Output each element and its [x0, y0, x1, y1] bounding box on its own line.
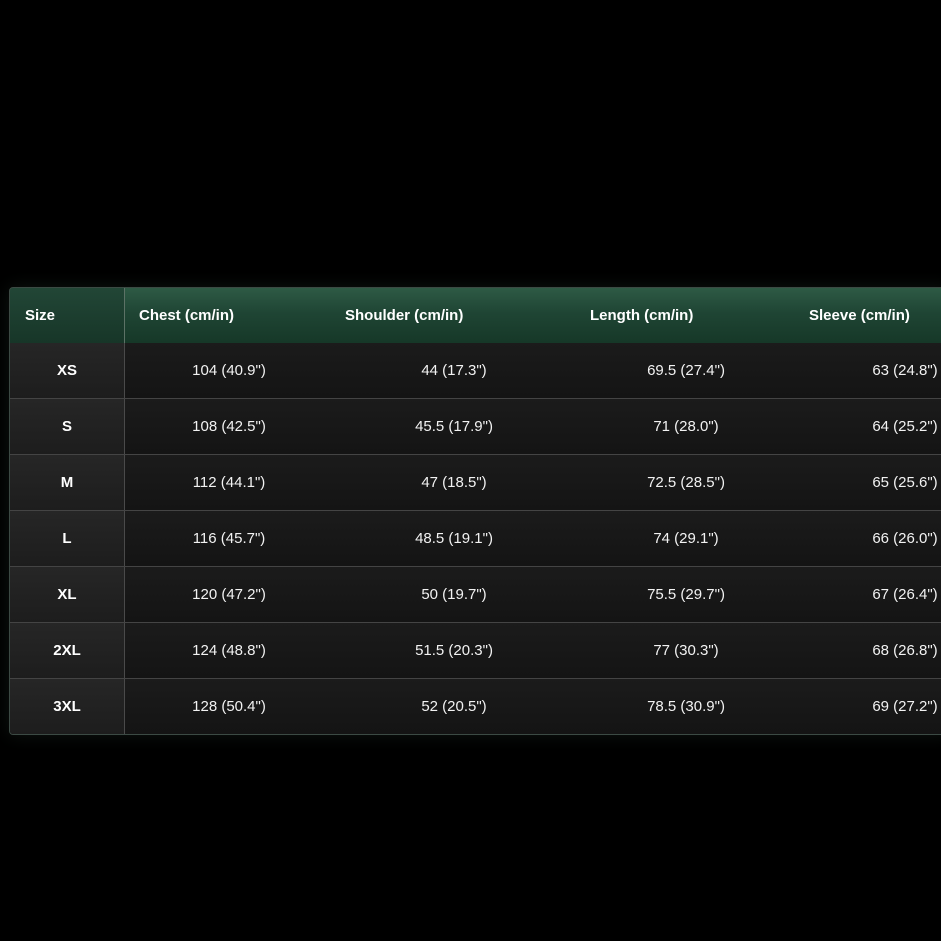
shoulder-cell: 47 (18.5")	[421, 474, 487, 491]
table-row: M 112 (44.1") 47 (18.5") 72.5 (28.5") 65…	[10, 455, 941, 511]
sleeve-cell: 68 (26.8")	[872, 642, 938, 659]
table-row: 3XL 128 (50.4") 52 (20.5") 78.5 (30.9") …	[10, 679, 941, 734]
sleeve-cell: 66 (26.0")	[872, 530, 938, 547]
header-sleeve: Sleeve (cm/in)	[809, 307, 910, 324]
size-cell: XL	[10, 567, 125, 622]
chest-cell: 112 (44.1")	[192, 474, 266, 491]
length-cell: 72.5 (28.5")	[647, 474, 725, 491]
table-row: S 108 (42.5") 45.5 (17.9") 71 (28.0") 64…	[10, 399, 941, 455]
length-cell: 78.5 (30.9")	[647, 698, 725, 715]
header-shoulder: Shoulder (cm/in)	[345, 307, 464, 324]
length-cell: 74 (29.1")	[653, 530, 719, 547]
header-size: Size	[25, 307, 56, 324]
header-chest: Chest (cm/in)	[139, 307, 235, 324]
page: Size Chest (cm/in) Shoulder (cm/in) Leng…	[0, 0, 941, 941]
table-row: L 116 (45.7") 48.5 (19.1") 74 (29.1") 66…	[10, 511, 941, 567]
size-cell: 3XL	[10, 679, 125, 734]
sleeve-cell: 67 (26.4")	[872, 586, 938, 603]
size-cell: 2XL	[10, 623, 125, 678]
table-row: XS 104 (40.9") 44 (17.3") 69.5 (27.4") 6…	[10, 343, 941, 399]
shoulder-cell: 48.5 (19.1")	[415, 530, 493, 547]
length-cell: 77 (30.3")	[653, 642, 719, 659]
sleeve-cell: 64 (25.2")	[872, 418, 938, 435]
sleeve-cell: 69 (27.2")	[872, 698, 938, 715]
length-cell: 69.5 (27.4")	[647, 362, 725, 379]
chest-cell: 108 (42.5")	[192, 418, 266, 435]
length-cell: 71 (28.0")	[653, 418, 719, 435]
table-row: 2XL 124 (48.8") 51.5 (20.3") 77 (30.3") …	[10, 623, 941, 679]
shoulder-cell: 50 (19.7")	[421, 586, 487, 603]
shoulder-cell: 45.5 (17.9")	[415, 418, 493, 435]
chest-cell: 120 (47.2")	[192, 586, 266, 603]
sleeve-cell: 63 (24.8")	[872, 362, 938, 379]
size-chart-table: Size Chest (cm/in) Shoulder (cm/in) Leng…	[9, 287, 941, 735]
chest-cell: 104 (40.9")	[192, 362, 266, 379]
shoulder-cell: 51.5 (20.3")	[415, 642, 493, 659]
chest-cell: 124 (48.8")	[192, 642, 266, 659]
sleeve-cell: 65 (25.6")	[872, 474, 938, 491]
table-header-row: Size Chest (cm/in) Shoulder (cm/in) Leng…	[10, 288, 941, 344]
header-length: Length (cm/in)	[590, 307, 694, 324]
chest-cell: 128 (50.4")	[192, 698, 266, 715]
size-cell: M	[10, 455, 125, 510]
chest-cell: 116 (45.7")	[192, 530, 266, 547]
table-row: XL 120 (47.2") 50 (19.7") 75.5 (29.7") 6…	[10, 567, 941, 623]
table-body: XS 104 (40.9") 44 (17.3") 69.5 (27.4") 6…	[10, 343, 941, 734]
size-cell: XS	[10, 343, 125, 398]
size-cell: S	[10, 399, 125, 454]
shoulder-cell: 44 (17.3")	[421, 362, 487, 379]
shoulder-cell: 52 (20.5")	[421, 698, 487, 715]
length-cell: 75.5 (29.7")	[647, 586, 725, 603]
size-cell: L	[10, 511, 125, 566]
